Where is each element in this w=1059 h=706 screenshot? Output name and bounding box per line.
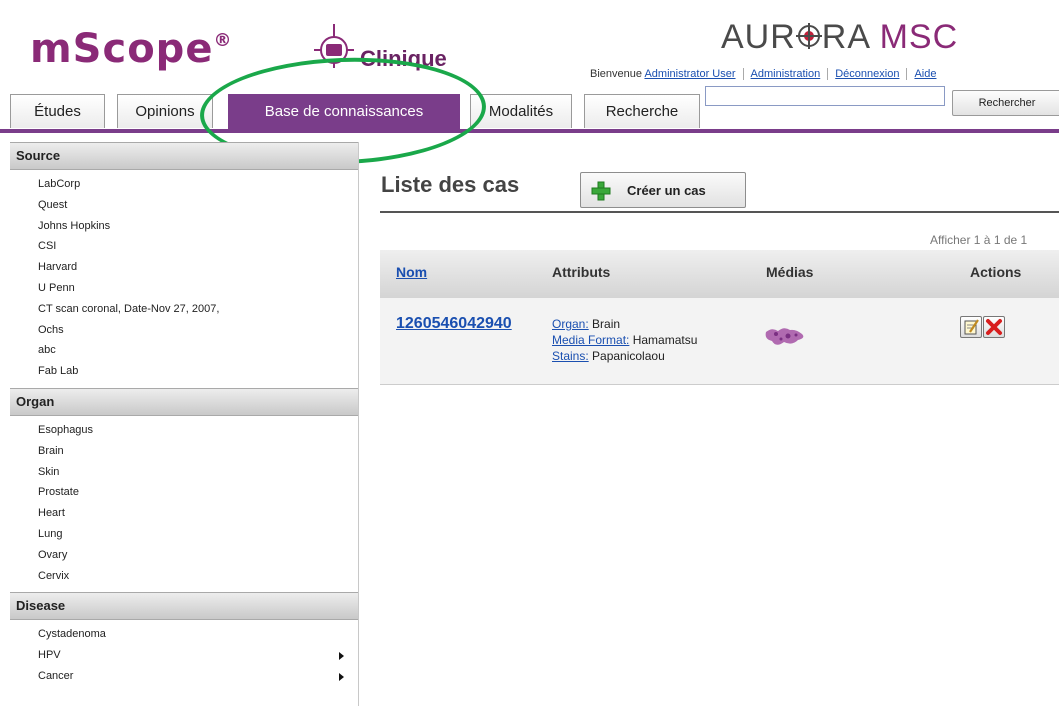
column-header-medias: Médias <box>766 264 814 280</box>
sidebar-item-u-penn[interactable]: U Penn <box>10 278 358 299</box>
sidebar-section-disease[interactable]: Disease <box>10 592 358 621</box>
sidebar-item-cystadenoma[interactable]: Cystadenoma <box>10 624 358 645</box>
user-nav: Bienvenue Administrator User Administrati… <box>590 68 936 81</box>
sidebar-section-organ[interactable]: Organ <box>10 387 358 416</box>
logo-cross-icon <box>314 24 354 68</box>
logo-text: mScope <box>30 26 214 72</box>
tab-bar-underline <box>0 129 1059 133</box>
create-case-label: Créer un cas <box>627 183 706 198</box>
welcome-text: Bienvenue <box>590 68 642 80</box>
sidebar-item-lung[interactable]: Lung <box>10 524 358 545</box>
edit-button[interactable] <box>960 316 982 338</box>
delete-icon <box>986 319 1002 335</box>
tab-modalites[interactable]: Modalités <box>470 94 572 128</box>
delete-button[interactable] <box>983 316 1005 338</box>
nav-divider <box>827 68 829 81</box>
attr-media-format: Media Format: Hamamatsu <box>552 332 697 348</box>
attr-organ-key[interactable]: Organ: <box>552 317 589 331</box>
attr-organ: Organ: Brain <box>552 316 697 332</box>
search-button[interactable]: Rechercher <box>952 90 1059 116</box>
attr-stains-value: Papanicolaou <box>588 349 665 363</box>
media-thumbnail[interactable] <box>762 324 808 350</box>
sidebar-item-quest[interactable]: Quest <box>10 195 358 216</box>
sidebar-item-ct-scan[interactable]: CT scan coronal, Date-Nov 27, 2007, <box>10 299 358 320</box>
column-header-nom[interactable]: Nom <box>396 264 427 280</box>
sidebar-item-cancer[interactable]: Cancer <box>10 666 358 687</box>
submenu-arrow-icon <box>339 652 344 661</box>
sidebar: Source LabCorp Quest Johns Hopkins CSI H… <box>10 142 359 706</box>
disease-list: Cystadenoma HPV Cancer <box>10 620 358 692</box>
sidebar-item-harvard[interactable]: Harvard <box>10 257 358 278</box>
logo-registered-mark: ® <box>213 30 233 51</box>
mscope-logo[interactable]: mScope® <box>30 26 232 72</box>
attr-organ-value: Brain <box>588 317 621 331</box>
sidebar-item-hpv[interactable]: HPV <box>10 645 358 666</box>
edit-icon <box>964 319 979 335</box>
aurora-o-icon <box>795 23 822 50</box>
sidebar-item-skin[interactable]: Skin <box>10 462 358 483</box>
pagination-info: Afficher 1 à 1 de 1 <box>930 233 1028 247</box>
search-input[interactable] <box>705 86 945 106</box>
sidebar-item-ochs[interactable]: Ochs <box>10 320 358 341</box>
sidebar-item-cervix[interactable]: Cervix <box>10 566 358 587</box>
tab-recherche[interactable]: Recherche <box>584 94 700 128</box>
sidebar-item-fab-lab[interactable]: Fab Lab <box>10 361 358 382</box>
user-link[interactable]: Administrator User <box>644 68 735 80</box>
column-header-actions: Actions <box>970 264 1022 280</box>
sidebar-item-labcorp[interactable]: LabCorp <box>10 174 358 195</box>
sidebar-item-heart[interactable]: Heart <box>10 503 358 524</box>
sidebar-item-ovary[interactable]: Ovary <box>10 545 358 566</box>
nav-divider <box>742 68 744 81</box>
help-link[interactable]: Aide <box>914 68 936 80</box>
sidebar-item-label: Cancer <box>38 669 74 682</box>
sidebar-item-brain[interactable]: Brain <box>10 441 358 462</box>
brand-text-3: MSC <box>879 18 959 56</box>
organ-list: Esophagus Brain Skin Prostate Heart Lung… <box>10 416 358 592</box>
sidebar-section-source[interactable]: Source <box>10 142 358 170</box>
attr-stains-key[interactable]: Stains: <box>552 349 589 363</box>
sidebar-item-csi[interactable]: CSI <box>10 236 358 257</box>
sidebar-item-abc[interactable]: abc <box>10 340 358 361</box>
brand-text-2: RA <box>821 18 880 56</box>
attr-stains: Stains: Papanicolaou <box>552 348 697 364</box>
case-attributes: Organ: Brain Media Format: Hamamatsu Sta… <box>552 316 697 364</box>
sidebar-item-prostate[interactable]: Prostate <box>10 482 358 503</box>
create-case-button[interactable]: Créer un cas <box>580 172 746 208</box>
sidebar-item-label: HPV <box>38 649 61 662</box>
tab-etudes[interactable]: Études <box>10 94 105 128</box>
tab-base-de-connaissances[interactable]: Base de connaissances <box>228 94 460 130</box>
source-list: LabCorp Quest Johns Hopkins CSI Harvard … <box>10 170 358 388</box>
case-id-link[interactable]: 1260546042940 <box>396 315 512 333</box>
nav-divider <box>906 68 908 81</box>
administration-link[interactable]: Administration <box>751 68 821 80</box>
sidebar-item-esophagus[interactable]: Esophagus <box>10 420 358 441</box>
table-header: Nom Attributs Médias Actions <box>380 250 1059 299</box>
aurora-brand: AUR RA MSC <box>721 18 958 57</box>
brand-text-1: AUR <box>721 18 796 56</box>
column-header-attributs: Attributs <box>552 264 611 280</box>
table-row: 1260546042940 Organ: Brain Media Format:… <box>380 298 1059 385</box>
title-divider <box>380 211 1059 213</box>
sidebar-item-label: Cystadenoma <box>38 628 106 641</box>
logout-link[interactable]: Déconnexion <box>835 68 899 80</box>
tab-opinions[interactable]: Opinions <box>117 94 213 128</box>
attr-format-key[interactable]: Media Format: <box>552 333 629 347</box>
attr-format-value: Hamamatsu <box>629 333 698 347</box>
sidebar-item-johns-hopkins[interactable]: Johns Hopkins <box>10 216 358 237</box>
submenu-arrow-icon <box>339 672 344 681</box>
logo-subtitle: Clinique <box>360 46 447 71</box>
page-title: Liste des cas <box>381 172 520 197</box>
plus-icon <box>591 181 611 201</box>
